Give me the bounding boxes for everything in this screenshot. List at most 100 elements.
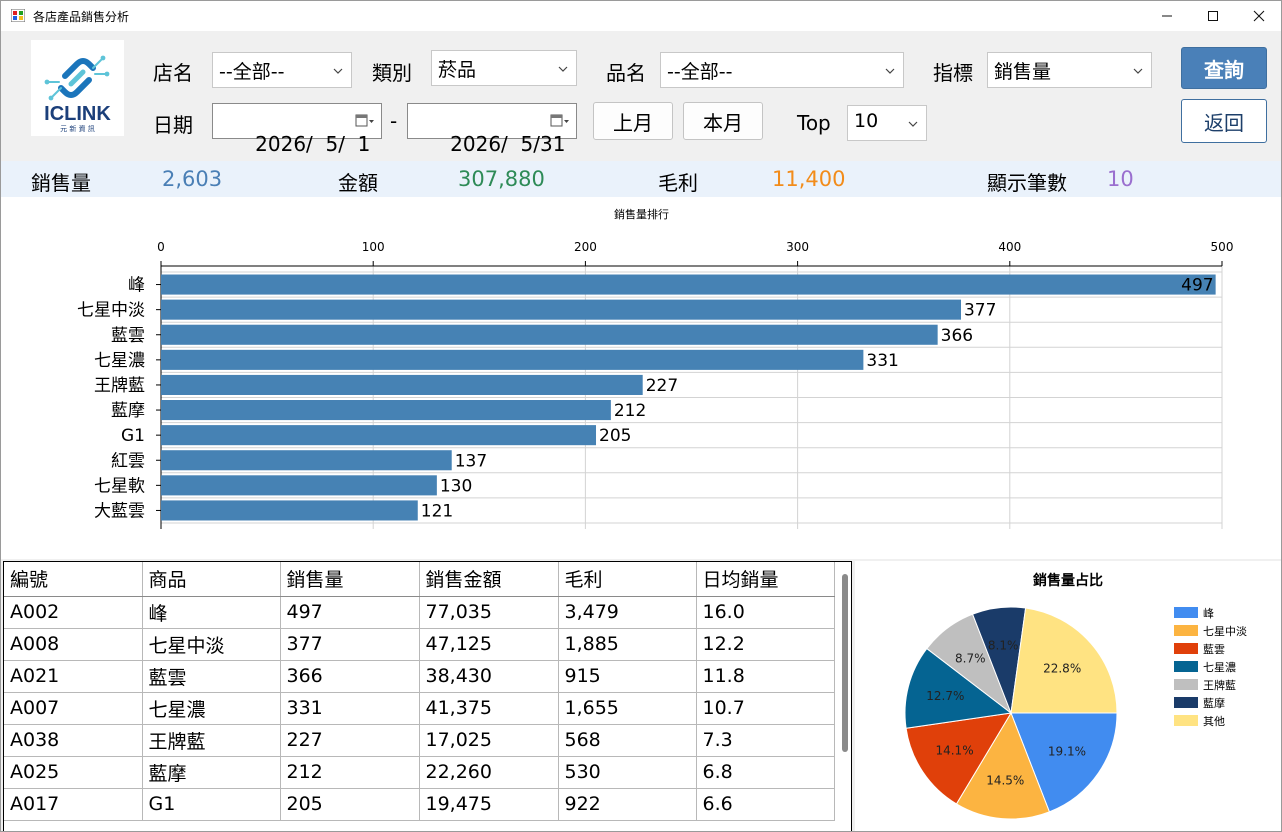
top-label: Top [797, 111, 831, 135]
category-label: 類別 [372, 61, 412, 85]
category-select[interactable]: 菸品 [431, 50, 577, 86]
count-label: 顯示筆數 [987, 171, 1067, 195]
column-header[interactable]: 編號 [4, 562, 143, 597]
table-row[interactable]: A008 七星中淡 377 47,125 1,885 12.2 [4, 628, 835, 661]
top-select-value: 10 [854, 110, 879, 132]
date-to-picker[interactable]: 2026/ 5/31 [407, 103, 577, 156]
column-header[interactable]: 銷售量 [280, 562, 420, 597]
bar [161, 324, 938, 345]
close-button[interactable] [1236, 1, 1281, 31]
table-cell: 1,885 [558, 628, 697, 661]
pie-value-label: 12.7% [926, 689, 964, 703]
date-to-value: 2026/ 5/31 [450, 132, 566, 156]
x-tick-label: 500 [1211, 240, 1234, 254]
prev-month-button[interactable]: 上月 [593, 102, 673, 140]
column-header[interactable]: 毛利 [558, 562, 697, 597]
store-label: 店名 [153, 61, 193, 85]
pie-title: 銷售量占比 [1033, 572, 1103, 589]
bar-chart: 銷售量排行 0 100 200 300 400 500 峰 497 七星中淡 377 藍雲 366 七星濃… [77, 207, 1234, 529]
table-cell: 497 [280, 596, 420, 629]
table-header-row: 編號 商品 銷售量 銷售金額 毛利 日均銷量 [4, 562, 835, 597]
table-row[interactable]: A017 G1 205 19,475 922 6.6 [4, 788, 835, 821]
table-cell: 568 [558, 724, 697, 757]
bar [161, 299, 961, 320]
x-tick-label: 300 [786, 240, 809, 254]
title-bar: 各店產品銷售分析 [1, 1, 1281, 31]
this-month-button[interactable]: 本月 [683, 102, 763, 140]
data-grid[interactable]: 編號 商品 銷售量 銷售金額 毛利 日均銷量 A002 峰 497 77,035 3,479 16.… [3, 561, 852, 831]
metric-select[interactable]: 銷售量 [987, 52, 1152, 88]
table-cell: 7.3 [696, 724, 835, 757]
date-from-value: 2026/ 5/ 1 [255, 132, 371, 156]
table-row[interactable]: A025 藍摩 212 22,260 530 6.8 [4, 756, 835, 789]
close-icon [1253, 10, 1265, 22]
x-tick-label: 100 [362, 240, 385, 254]
legend-label: 七星中淡 [1203, 625, 1247, 638]
query-button[interactable]: 查詢 [1181, 47, 1267, 89]
column-header[interactable]: 銷售金額 [419, 562, 559, 597]
table-cell: A008 [4, 628, 143, 661]
y-tick-label: 七星濃 [94, 351, 145, 371]
table-cell: 915 [558, 660, 697, 693]
y-tick-label: 王牌藍 [94, 376, 145, 396]
bar-value-label: 212 [614, 401, 646, 421]
bar-value-label: 377 [964, 301, 996, 321]
table-cell: 16.0 [696, 596, 835, 629]
table-cell: 331 [280, 692, 420, 725]
product-select[interactable]: --全部-- [660, 52, 904, 88]
y-tick-label: 紅雲 [111, 451, 145, 471]
table-cell: 17,025 [419, 724, 559, 757]
profit-value: 11,400 [772, 167, 846, 191]
pie-value-label: 14.5% [986, 774, 1024, 788]
app-window: 各店產品銷售分析 ICLINK 元 新 資 訊 店名 --全部-- 類別 菸品 … [0, 0, 1282, 832]
bar-value-label: 366 [941, 326, 973, 346]
table-cell: 77,035 [419, 596, 559, 629]
bar [161, 475, 437, 496]
app-icon [11, 9, 25, 22]
table-cell: A021 [4, 660, 143, 693]
metric-select-value: 銷售量 [994, 61, 1052, 83]
chart-title: 銷售量排行 [614, 207, 669, 221]
bar-value-label: 130 [440, 476, 472, 496]
bar [161, 450, 452, 471]
table-cell: 10.7 [696, 692, 835, 725]
pie-value-label: 8.1% [988, 639, 1019, 653]
table-cell: 峰 [142, 596, 281, 629]
maximize-button[interactable] [1190, 1, 1236, 31]
store-select[interactable]: --全部-- [212, 52, 352, 88]
metric-label: 指標 [933, 61, 973, 85]
table-cell: 11.8 [696, 660, 835, 693]
column-header[interactable]: 日均銷量 [696, 562, 835, 597]
logo-subtitle: 元 新 資 訊 [60, 124, 95, 133]
category-select-value: 菸品 [438, 59, 477, 81]
top-select[interactable]: 10 [847, 105, 927, 141]
pie-value-label: 8.7% [955, 652, 986, 666]
table-cell: 212 [280, 756, 420, 789]
table-cell: 藍雲 [142, 660, 281, 693]
table-row[interactable]: A038 王牌藍 227 17,025 568 7.3 [4, 724, 835, 757]
table-cell: 38,430 [419, 660, 559, 693]
pie-chart: 銷售量占比 19.1% 14.5% 14.1% 12.7% 8.7%8.1% 22.8% 峰七… [904, 572, 1247, 820]
date-from-picker[interactable]: 2026/ 5/ 1 [212, 103, 382, 156]
back-button[interactable]: 返回 [1181, 99, 1267, 143]
bar [161, 500, 418, 521]
table-cell: 227 [280, 724, 420, 757]
bar [161, 400, 611, 421]
legend-label: 王牌藍 [1203, 678, 1236, 692]
legend-label: 七星濃 [1203, 660, 1236, 674]
column-header[interactable]: 商品 [142, 562, 281, 597]
minimize-button[interactable] [1144, 1, 1190, 31]
table-row[interactable]: A007 七星濃 331 41,375 1,655 10.7 [4, 692, 835, 725]
table-cell: 6.6 [696, 788, 835, 821]
qty-value: 2,603 [162, 167, 223, 191]
y-tick-label: 藍雲 [111, 326, 145, 346]
legend-swatch [1174, 715, 1198, 726]
table-cell: 19,475 [419, 788, 559, 821]
table-cell: A038 [4, 724, 143, 757]
table-row[interactable]: A021 藍雲 366 38,430 915 11.8 [4, 660, 835, 693]
count-value: 10 [1107, 167, 1134, 191]
grid-scrollbar[interactable] [842, 574, 848, 752]
x-tick-label: 200 [574, 240, 597, 254]
table-cell: 530 [558, 756, 697, 789]
table-row[interactable]: A002 峰 497 77,035 3,479 16.0 [4, 596, 835, 629]
